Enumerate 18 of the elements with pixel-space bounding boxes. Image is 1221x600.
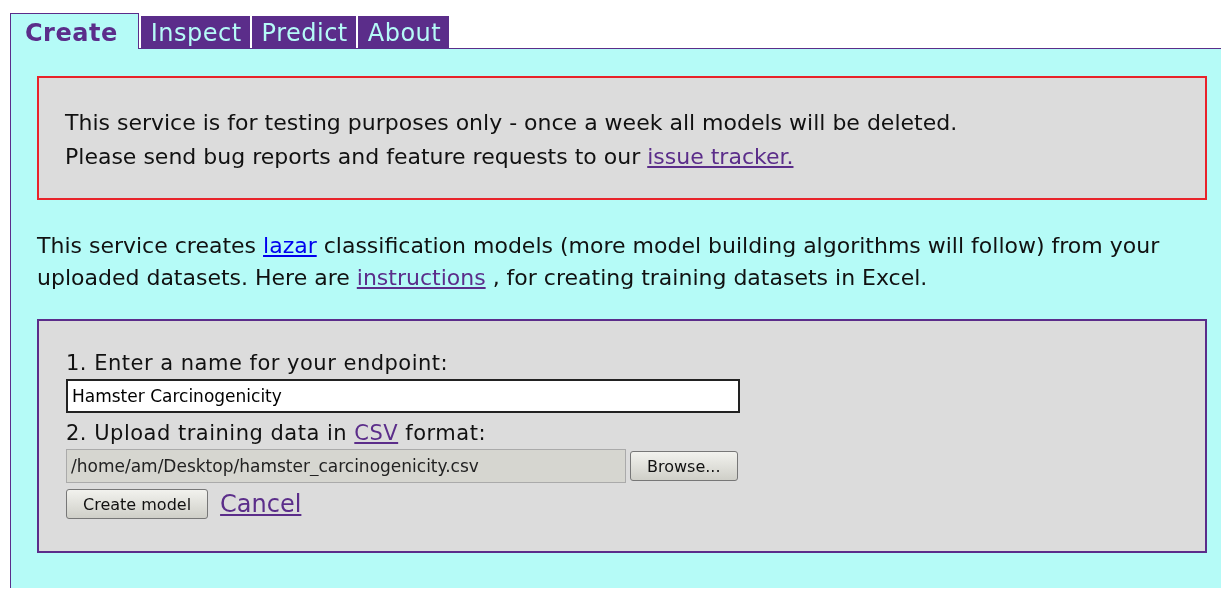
intro-paragraph: This service creates lazar classification models (more model building algorithms will follow) from your uploaded datasets. Here are instructions , for creating training datasets in Excel. xyxy=(37,232,1161,292)
text-link[interactable]: lazar xyxy=(263,233,317,258)
browse-button[interactable]: Browse... xyxy=(630,451,738,481)
notice-text: This service is for testing purposes only - once a week all models will be deleted. xyxy=(65,109,959,137)
cancel-link[interactable]: Cancel xyxy=(220,490,302,518)
tab[interactable]: Create xyxy=(10,13,139,49)
name-input-field[interactable]: Hamster Carcinogenicity xyxy=(66,379,740,413)
csv-link[interactable]: CSV xyxy=(354,421,399,445)
field-label: 1. Enter a name for your endpoint: xyxy=(66,350,450,377)
text-link[interactable]: instructions xyxy=(356,265,486,290)
tab[interactable]: Inspect xyxy=(140,16,250,48)
issue-tracker-link[interactable]: issue tracker. xyxy=(647,144,794,169)
file-path-field[interactable]: /home/am/Desktop/hamster_carcinogenicity.csv xyxy=(66,449,626,483)
create-model-button[interactable]: Create model xyxy=(66,489,209,519)
notice-text: Please send bug reports and feature requests to our issue tracker. xyxy=(65,143,795,171)
tab[interactable]: Predict xyxy=(251,16,356,48)
field-label: 2. Upload training data in CSV format: xyxy=(66,420,487,447)
tab[interactable]: About xyxy=(357,16,450,48)
